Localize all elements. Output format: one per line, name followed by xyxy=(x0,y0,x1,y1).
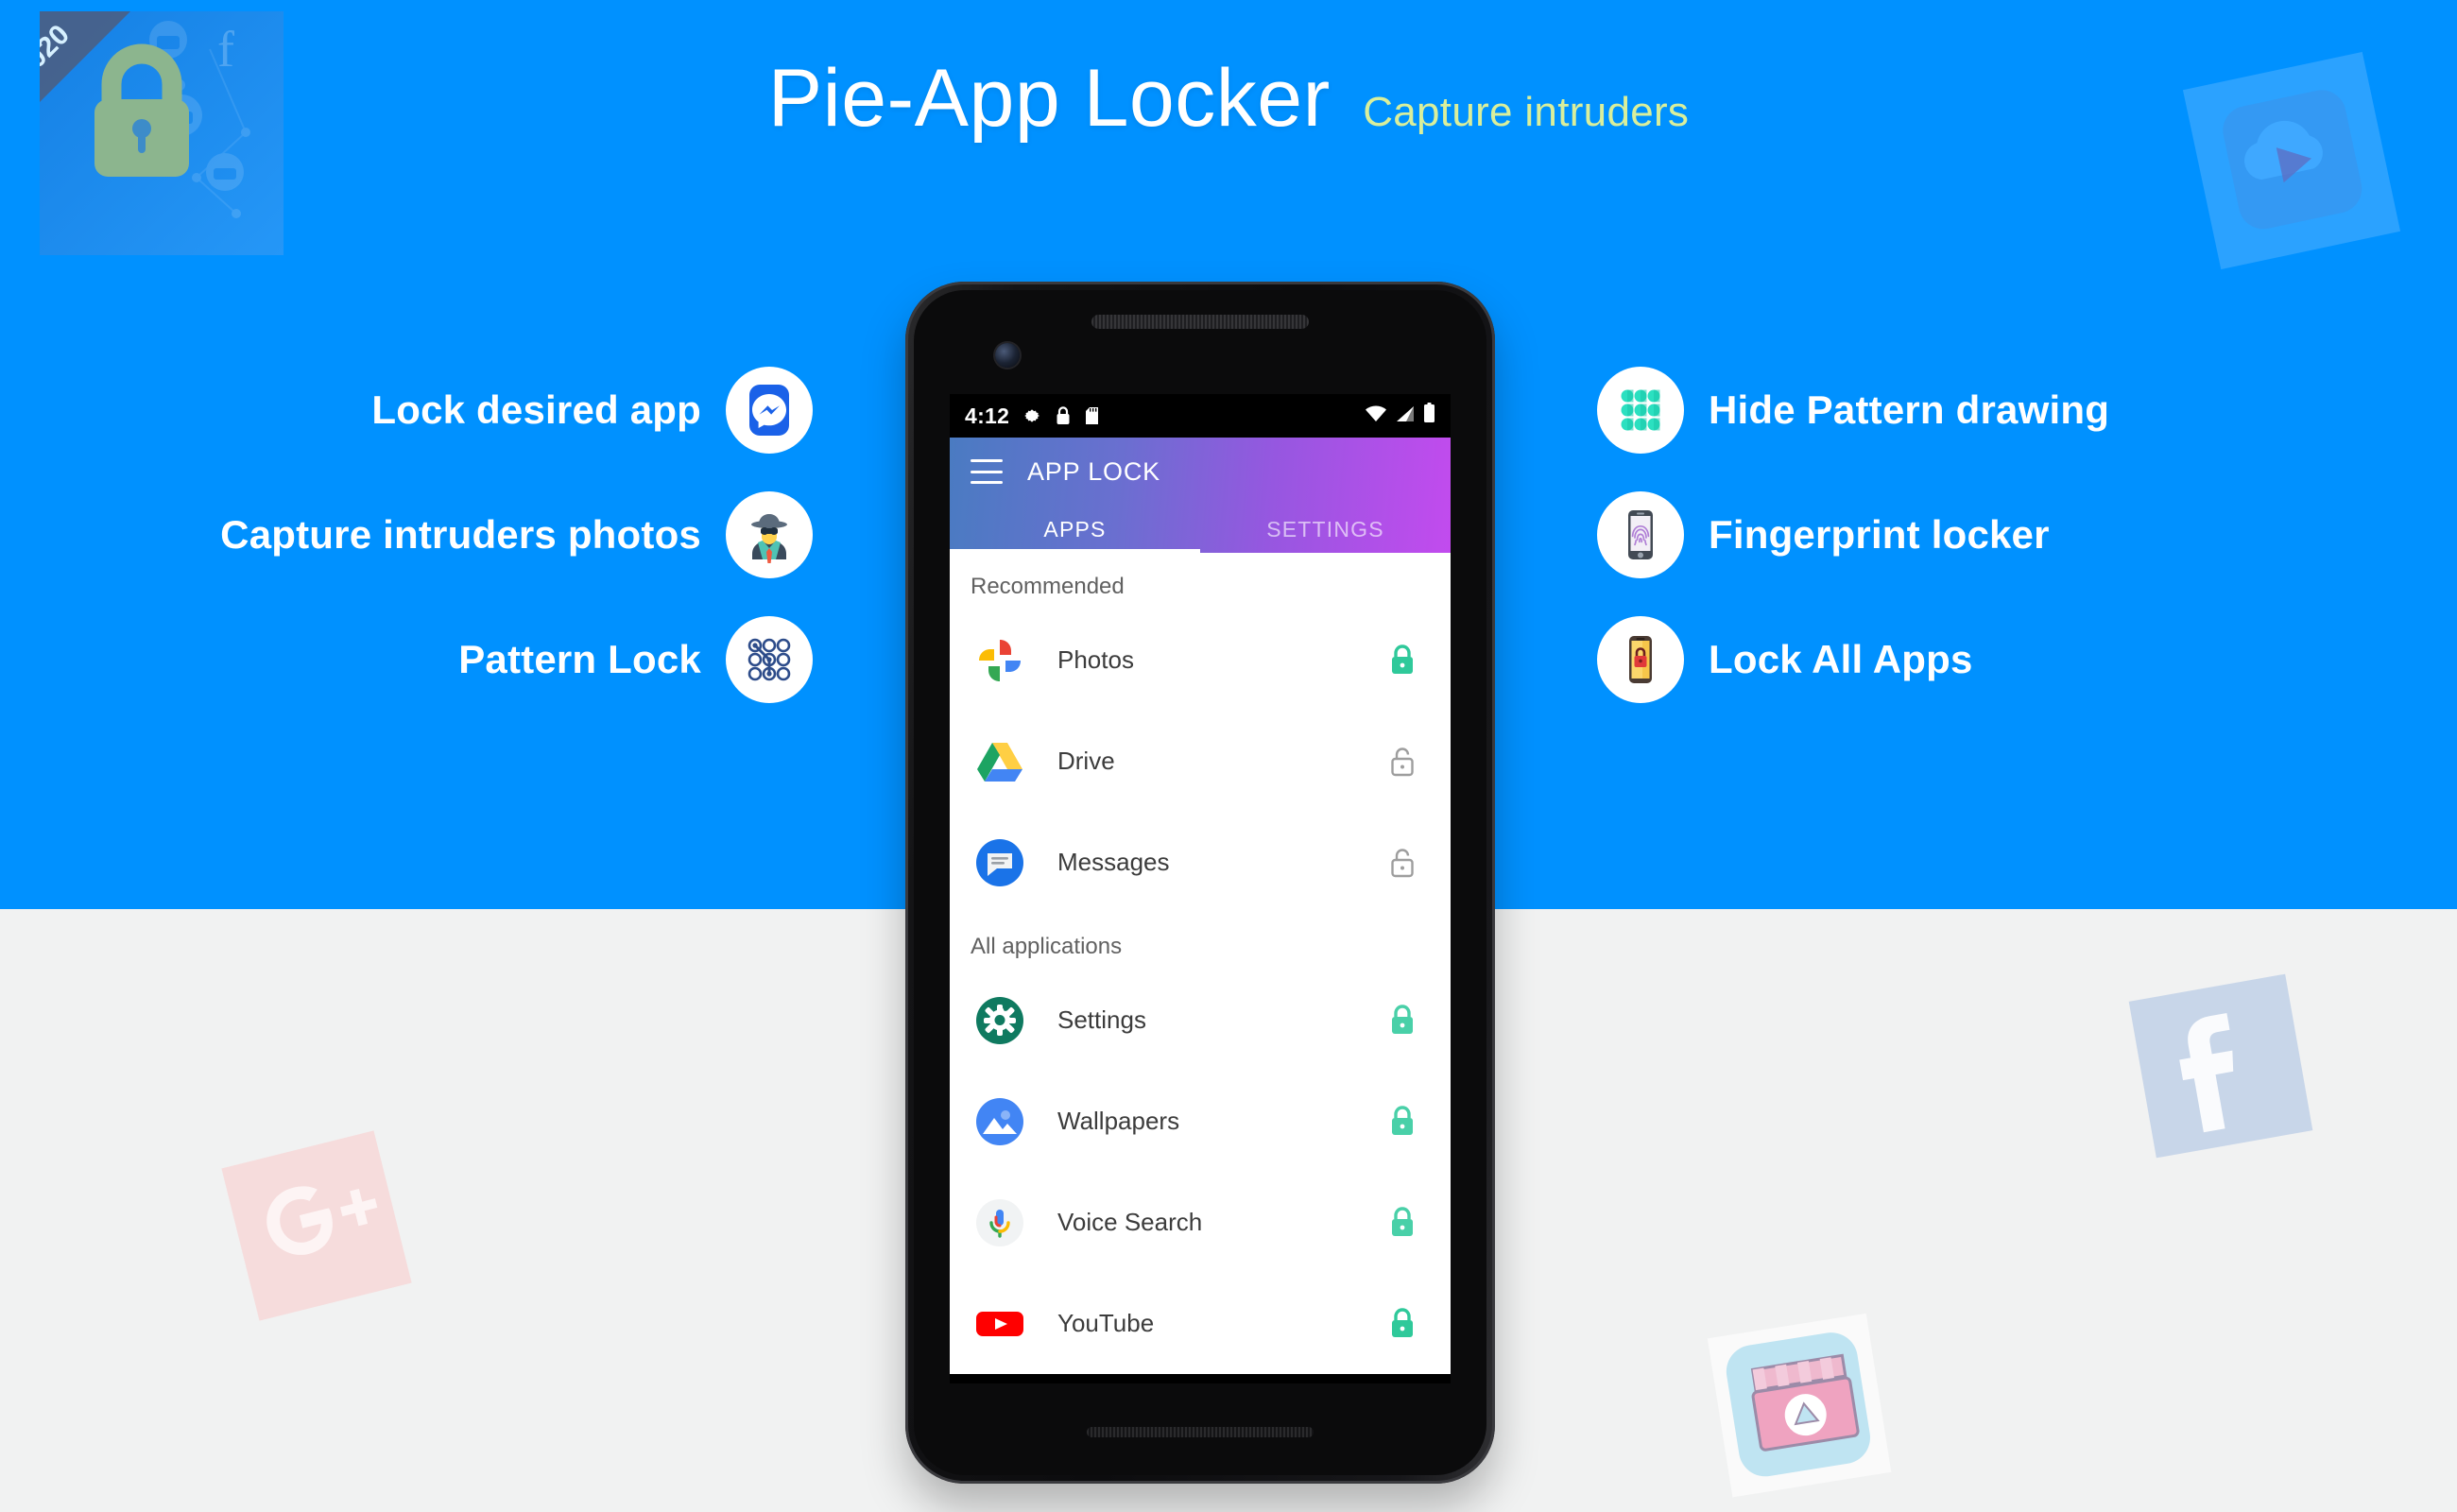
feature-label: Lock All Apps xyxy=(1709,637,1973,681)
wallpapers-icon xyxy=(971,1092,1029,1151)
app-row-voice-search[interactable]: Voice Search xyxy=(950,1172,1451,1273)
wifi-icon xyxy=(1365,404,1387,429)
google-photos-icon xyxy=(971,631,1029,690)
tab-bar: APPS SETTINGS xyxy=(950,506,1451,553)
gear-icon xyxy=(1022,405,1042,426)
feature-label: Fingerprint locker xyxy=(1709,512,2050,557)
status-bar: 4:12 xyxy=(950,394,1451,438)
tab-settings[interactable]: SETTINGS xyxy=(1200,506,1451,553)
feature-hide-pattern-drawing: Hide Pattern drawing xyxy=(1597,359,2448,461)
app-bar-top: APP LOCK xyxy=(950,438,1451,506)
feature-label: Pattern Lock xyxy=(458,637,701,681)
app-name: Settings xyxy=(1057,1005,1146,1034)
fingerprint-phone-icon xyxy=(1597,491,1684,578)
phone-mockup: 4:12 APP LOCK APPS SETTINGS Recommended … xyxy=(905,282,1495,1484)
navigation-bar xyxy=(950,1374,1451,1383)
facebook-watermark xyxy=(2117,962,2325,1170)
feature-lock-all-apps: Lock All Apps xyxy=(1597,609,2448,711)
lock-status-icon-locked[interactable] xyxy=(1386,1204,1418,1242)
signal-icon xyxy=(1395,404,1416,429)
sd-card-icon xyxy=(1084,405,1100,426)
app-bar-title: APP LOCK xyxy=(1027,456,1160,486)
earpiece-grille xyxy=(1091,315,1309,329)
lock-status-icon-unlocked[interactable] xyxy=(1386,844,1418,882)
app-list: Recommended Photos Drive Messages All ap… xyxy=(950,553,1451,1374)
app-name: Voice Search xyxy=(1057,1208,1203,1236)
lock-status-icon-locked[interactable] xyxy=(1386,1002,1418,1040)
tab-apps[interactable]: APPS xyxy=(950,506,1200,553)
pattern-lock-icon xyxy=(726,616,813,703)
battery-icon xyxy=(1423,403,1435,429)
app-row-drive[interactable]: Drive xyxy=(950,711,1451,812)
google-messages-icon xyxy=(971,833,1029,892)
messenger-icon xyxy=(726,367,813,454)
youtube-icon xyxy=(971,1295,1029,1353)
section-title-recommended: Recommended xyxy=(971,574,1125,599)
hamburger-icon[interactable] xyxy=(971,459,1003,484)
section-title-all-applications: All applications xyxy=(971,934,1123,959)
app-row-youtube[interactable]: YouTube xyxy=(950,1273,1451,1374)
feature-label: Hide Pattern drawing xyxy=(1709,387,2110,432)
page-title: Pie-App Locker Capture intruders xyxy=(0,52,2457,146)
app-name: YouTube xyxy=(1057,1309,1155,1337)
app-row-photos[interactable]: Photos xyxy=(950,610,1451,711)
settings-gear-icon xyxy=(971,991,1029,1050)
speaker-grille xyxy=(1087,1427,1314,1437)
app-bar: APP LOCK APPS SETTINGS xyxy=(950,438,1451,553)
feature-label: Lock desired app xyxy=(371,387,701,432)
app-name: Photos xyxy=(1057,645,1134,674)
app-name: Drive xyxy=(1057,747,1115,775)
lock-status-icon-locked[interactable] xyxy=(1386,642,1418,679)
spy-icon xyxy=(726,491,813,578)
app-name: Wallpapers xyxy=(1057,1107,1180,1135)
google-plus-watermark xyxy=(215,1125,419,1328)
feature-pattern-lock: Pattern Lock xyxy=(0,609,813,711)
phone-body: 4:12 APP LOCK APPS SETTINGS Recommended … xyxy=(914,290,1486,1475)
voice-search-icon xyxy=(971,1194,1029,1252)
status-time: 4:12 xyxy=(965,403,1010,428)
feature-fingerprint-locker: Fingerprint locker xyxy=(1597,484,2448,586)
lock-status-icon-locked[interactable] xyxy=(1386,1103,1418,1141)
lock-status-icon-unlocked[interactable] xyxy=(1386,743,1418,781)
app-name: Messages xyxy=(1057,848,1170,876)
video-clapper-watermark xyxy=(1701,1312,1899,1510)
status-right-icons xyxy=(1365,403,1435,429)
front-camera-icon xyxy=(995,343,1020,368)
app-row-messages[interactable]: Messages xyxy=(950,812,1451,913)
google-drive-icon xyxy=(971,732,1029,791)
phone-screen: 4:12 APP LOCK APPS SETTINGS Recommended … xyxy=(950,394,1451,1383)
feature-lock-desired-app: Lock desired app xyxy=(0,359,813,461)
main-title: Pie-App Locker xyxy=(767,53,1331,144)
feature-label: Capture intruders photos xyxy=(220,512,701,557)
dot-grid-icon xyxy=(1597,367,1684,454)
app-row-settings[interactable]: Settings xyxy=(950,970,1451,1071)
app-row-wallpapers[interactable]: Wallpapers xyxy=(950,1071,1451,1172)
lock-status-icon-locked[interactable] xyxy=(1386,1305,1418,1343)
lock-icon xyxy=(1055,405,1072,426)
phone-lock-icon xyxy=(1597,616,1684,703)
feature-capture-intruders-photos: Capture intruders photos xyxy=(0,484,813,586)
sub-title: Capture intruders xyxy=(1363,89,1690,135)
